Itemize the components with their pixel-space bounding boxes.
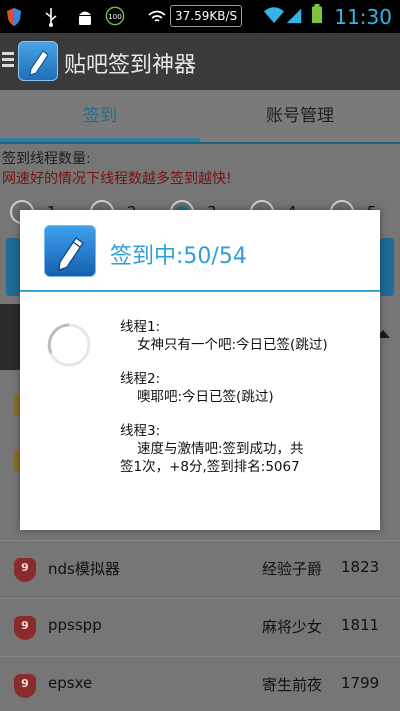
thread-2-status: 线程2: 噢耶吧:今日已签(跳过) xyxy=(120,370,274,406)
svg-text:100: 100 xyxy=(108,12,122,21)
tab-bar: 签到 账号管理 xyxy=(0,90,400,142)
threads-hint: 网速好的情况下线程数越多签到越快! xyxy=(2,171,232,187)
list-item[interactable]: 9 epsxe 寄生前夜 1799 xyxy=(0,656,400,711)
thread-1-status: 线程1: 女神只有一个吧:今日已签(跳过) xyxy=(120,318,328,354)
pencil-icon xyxy=(44,225,96,277)
thread-3-status: 线程3: 速度与激情吧:签到成功，共 签1次，+8分,签到排名:5067 xyxy=(120,422,304,476)
signal-icon xyxy=(286,8,302,24)
experience: 1823 xyxy=(341,558,380,576)
dialog-divider xyxy=(20,290,380,292)
wifi-small-icon xyxy=(148,10,166,22)
tieba-name: nds模拟器 xyxy=(48,560,120,578)
list-item[interactable]: 9 nds模拟器 经验子爵 1823 xyxy=(0,540,400,598)
wifi-icon xyxy=(264,7,284,24)
loading-spinner-icon xyxy=(47,323,91,367)
action-bar: 贴吧签到神器 xyxy=(0,33,400,90)
app-title: 贴吧签到神器 xyxy=(64,53,197,78)
shield-icon xyxy=(7,8,21,26)
sign-in-button-edge[interactable] xyxy=(6,238,20,296)
thread-3-message-line1: 速度与激情吧:签到成功，共 xyxy=(137,441,304,457)
level-title: 经验子爵 xyxy=(262,560,323,578)
status-bar: 100 37.59KB/S 11:30 xyxy=(0,0,400,33)
thread-2-header: 线程2: xyxy=(120,371,161,387)
thread-3-message-line2: 签1次，+8分,签到排名:5067 xyxy=(120,459,300,475)
menu-icon[interactable] xyxy=(2,52,14,68)
experience: 1799 xyxy=(341,674,380,692)
level-badge: 9 xyxy=(14,616,36,640)
tieba-name: ppsspp xyxy=(48,616,102,634)
tab-account-management[interactable]: 账号管理 xyxy=(200,90,400,142)
sign-in-progress-dialog: 签到中:50/54 线程1: 女神只有一个吧:今日已签(跳过) 线程2: 噢耶吧… xyxy=(20,210,380,530)
sign-in-button-edge-right[interactable] xyxy=(380,238,394,296)
threads-label: 签到线程数量: xyxy=(2,151,91,167)
thread-2-message: 噢耶吧:今日已签(跳过) xyxy=(137,389,274,405)
level-badge: 9 xyxy=(14,674,36,698)
usb-icon xyxy=(45,8,57,27)
level-badge: 9 xyxy=(14,558,36,582)
level-title: 寄生前夜 xyxy=(262,676,323,694)
thread-1-header: 线程1: xyxy=(120,319,161,335)
thread-3-header: 线程3: xyxy=(120,423,161,439)
battery-100-icon: 100 xyxy=(105,6,125,26)
battery-icon xyxy=(312,4,322,24)
tieba-name: epsxe xyxy=(48,674,93,692)
tab-sign-in[interactable]: 签到 xyxy=(0,90,200,142)
level-title: 麻将少女 xyxy=(262,618,323,636)
experience: 1811 xyxy=(341,616,380,634)
network-speed: 37.59KB/S xyxy=(170,5,243,27)
android-icon xyxy=(79,11,91,25)
dialog-title: 签到中:50/54 xyxy=(110,244,247,269)
thread-1-message: 女神只有一个吧:今日已签(跳过) xyxy=(137,337,328,353)
user-avatar xyxy=(0,304,22,370)
app-logo-icon[interactable] xyxy=(18,41,58,81)
clock: 11:30 xyxy=(334,5,392,29)
list-item[interactable]: 9 ppsspp 麻将少女 1811 xyxy=(0,598,400,656)
